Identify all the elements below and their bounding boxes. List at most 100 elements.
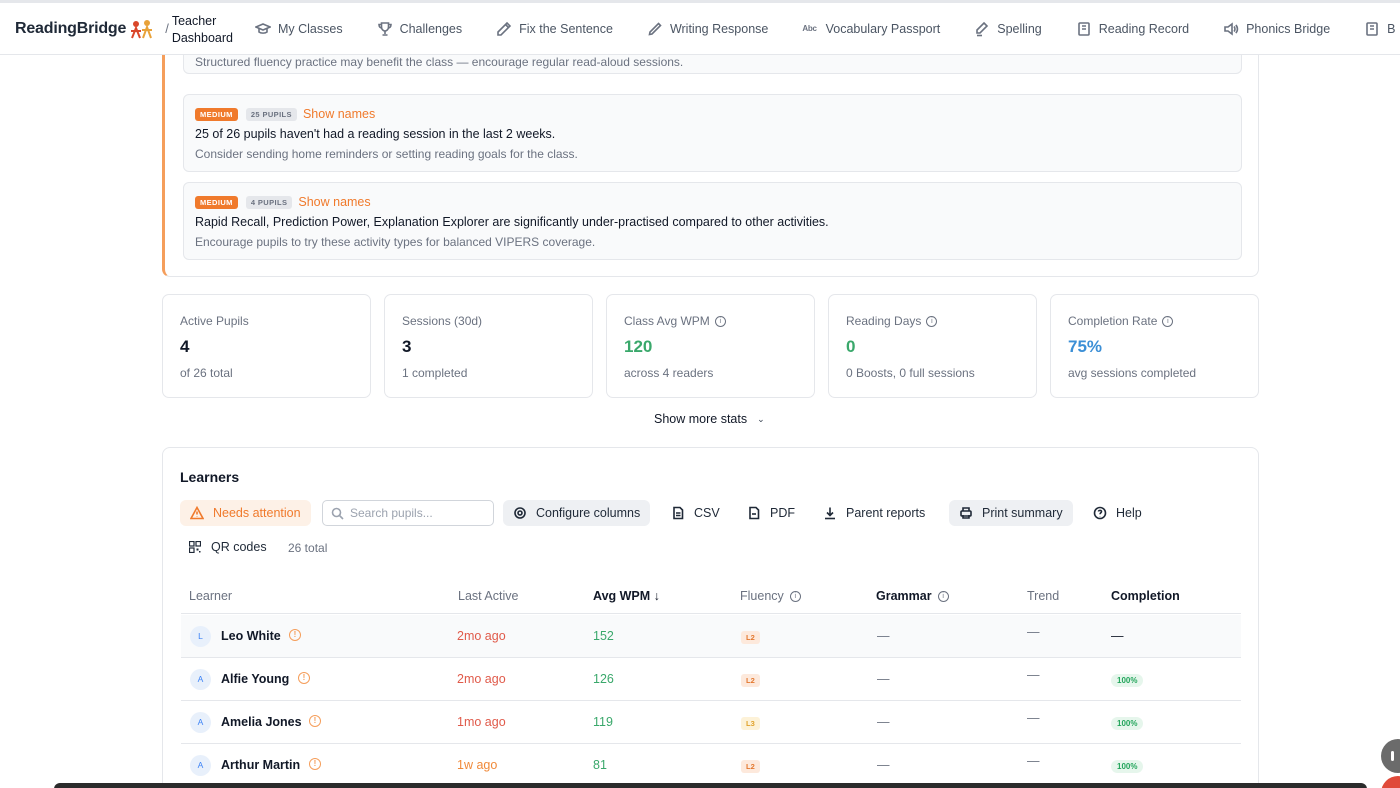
column-header-trend[interactable]: Trend bbox=[1027, 589, 1059, 603]
pause-icon[interactable] bbox=[1381, 739, 1400, 773]
last-active: 2mo ago bbox=[457, 629, 506, 643]
stat-subtext: avg sessions completed bbox=[1068, 366, 1197, 380]
nav-more[interactable]: B bbox=[1364, 21, 1396, 37]
nav-my-classes[interactable]: My Classes bbox=[254, 21, 343, 37]
configure-columns-button[interactable]: Configure columns bbox=[503, 500, 651, 526]
learners-panel: Learners Needs attention Configure colum… bbox=[162, 447, 1259, 788]
suggestion-hint: Consider sending home reminders or setti… bbox=[195, 147, 578, 161]
stat-label-text: Completion Rate bbox=[1068, 314, 1158, 328]
learner-name[interactable]: Arthur Martin bbox=[221, 758, 300, 772]
learner-name[interactable]: Leo White bbox=[221, 629, 281, 643]
completion-badge: 100% bbox=[1111, 674, 1144, 687]
stat-card-class-avg-wpm: Class Avg WPM i 120 across 4 readers bbox=[606, 294, 815, 398]
suggestions-panel: Structured fluency practice may benefit … bbox=[162, 37, 1259, 277]
table-row[interactable]: A Arthur Martin ! 1w ago 81 L2 — — 100% bbox=[181, 744, 1241, 787]
chevron-down-icon: ⌄ bbox=[757, 413, 765, 424]
section-title: Teacher Dashboard bbox=[172, 13, 233, 47]
printer-icon bbox=[960, 507, 972, 519]
button-label: PDF bbox=[770, 506, 795, 520]
stat-label-text: Reading Days bbox=[846, 314, 922, 328]
speaker-icon bbox=[1224, 21, 1239, 36]
warning-icon bbox=[190, 506, 204, 520]
avg-wpm: 119 bbox=[593, 715, 613, 729]
button-label: Print summary bbox=[982, 506, 1063, 520]
nav-spelling[interactable]: Spelling bbox=[974, 21, 1042, 37]
show-more-stats-button[interactable]: Show more stats ⌄ bbox=[654, 412, 765, 426]
last-active: 1w ago bbox=[457, 758, 498, 772]
column-header-label: Trend bbox=[1027, 589, 1060, 603]
nav-fix-the-sentence[interactable]: Fix the Sentence bbox=[496, 21, 613, 37]
nav-label: Fix the Sentence bbox=[519, 21, 613, 36]
abc-icon: Abc bbox=[802, 24, 817, 33]
stat-value: 120 bbox=[624, 337, 653, 356]
help-button[interactable]: Help bbox=[1083, 500, 1152, 526]
table-row[interactable]: A Amelia Jones ! 1mo ago 119 L3 — — 100% bbox=[181, 701, 1241, 744]
nav-writing-response[interactable]: Writing Response bbox=[647, 21, 768, 37]
learner-name[interactable]: Alfie Young bbox=[221, 672, 289, 686]
stat-card-reading-days: Reading Days i 0 0 Boosts, 0 full session… bbox=[828, 294, 1037, 398]
top-navigation: ReadingBridge / Teacher Dashboard My Cla… bbox=[0, 0, 1400, 55]
search-input[interactable] bbox=[350, 506, 490, 520]
nav-reading-record[interactable]: Reading Record bbox=[1076, 21, 1189, 37]
column-header-fluency[interactable]: Fluency i bbox=[740, 589, 801, 603]
column-header-learner[interactable]: Learner bbox=[189, 589, 232, 603]
nav-vocabulary-passport[interactable]: Abc Vocabulary Passport bbox=[802, 22, 940, 36]
table-row[interactable]: L Leo White ! 2mo ago 152 L2 — — — bbox=[181, 615, 1241, 658]
graduation-cap-icon bbox=[254, 22, 271, 34]
nav-label: Challenges bbox=[399, 21, 463, 36]
column-header-grammar[interactable]: Grammar i bbox=[876, 589, 949, 603]
completion-badge: 100% bbox=[1111, 760, 1144, 773]
nav-challenges[interactable]: Challenges bbox=[377, 21, 463, 37]
completion-value: — bbox=[1111, 629, 1124, 643]
column-header-last-active[interactable]: Last Active bbox=[458, 589, 518, 603]
suggestion-message: 25 of 26 pupils haven't had a reading se… bbox=[195, 127, 556, 141]
show-names-link[interactable]: Show names bbox=[303, 107, 375, 121]
suggestion-message: Rapid Recall, Prediction Power, Explanat… bbox=[195, 215, 829, 229]
learner-name[interactable]: Amelia Jones bbox=[221, 715, 302, 729]
table-row[interactable]: A Alfie Young ! 2mo ago 126 L2 — — 100% bbox=[181, 658, 1241, 701]
info-icon[interactable]: i bbox=[937, 590, 949, 602]
suggestion-hint: Encourage pupils to try these activity t… bbox=[195, 235, 596, 249]
warning-icon[interactable]: ! bbox=[298, 672, 310, 684]
nav-links: My Classes Challenges Fix the Sentence W… bbox=[254, 21, 1400, 37]
warning-icon[interactable]: ! bbox=[289, 629, 301, 641]
nav-label: Writing Response bbox=[669, 21, 769, 36]
print-summary-button[interactable]: Print summary bbox=[949, 500, 1073, 526]
column-header-label: Grammar bbox=[876, 589, 932, 603]
show-names-link[interactable]: Show names bbox=[298, 195, 370, 209]
column-header-label: Avg WPM ↓ bbox=[593, 589, 660, 603]
csv-export-button[interactable]: CSV bbox=[661, 500, 730, 526]
fluency-level-badge: L2 bbox=[741, 760, 760, 773]
stat-card-sessions: Sessions (30d) 3 1 completed bbox=[384, 294, 593, 398]
column-header-avg-wpm[interactable]: Avg WPM ↓ bbox=[593, 589, 660, 603]
column-header-completion[interactable]: Completion bbox=[1111, 589, 1180, 603]
qr-code-icon bbox=[189, 541, 201, 553]
warning-icon[interactable]: ! bbox=[309, 758, 321, 770]
pupil-count-badge: 4 PUPILS bbox=[245, 195, 293, 209]
info-icon[interactable]: i bbox=[789, 590, 801, 602]
stat-label: Sessions (30d) bbox=[402, 314, 482, 328]
nav-phonics-bridge[interactable]: Phonics Bridge bbox=[1223, 21, 1330, 37]
nav-label: Phonics Bridge bbox=[1246, 21, 1331, 36]
book-icon bbox=[1077, 21, 1090, 36]
info-icon[interactable]: i bbox=[926, 315, 938, 327]
qr-codes-button[interactable]: QR codes bbox=[189, 540, 267, 554]
stat-subtext: 0 Boosts, 0 full sessions bbox=[846, 366, 975, 380]
pencil-icon bbox=[497, 21, 512, 36]
help-icon bbox=[1093, 506, 1107, 520]
info-icon[interactable]: i bbox=[714, 315, 726, 327]
record-icon[interactable] bbox=[1381, 776, 1400, 788]
stat-card-active-pupils: Active Pupils 4 of 26 total bbox=[162, 294, 371, 398]
section-title-line2: Dashboard bbox=[171, 30, 233, 45]
avatar: L bbox=[190, 626, 211, 647]
nav-label: My Classes bbox=[277, 21, 343, 36]
search-field[interactable] bbox=[322, 500, 494, 526]
needs-attention-button[interactable]: Needs attention bbox=[180, 500, 311, 526]
parent-reports-button[interactable]: Parent reports bbox=[813, 500, 935, 526]
pdf-export-button[interactable]: PDF bbox=[737, 500, 805, 526]
info-icon[interactable]: i bbox=[1162, 315, 1174, 327]
brand[interactable]: ReadingBridge / Teacher Dashboard bbox=[0, 11, 233, 47]
warning-icon[interactable]: ! bbox=[309, 715, 321, 727]
file-pdf-icon bbox=[749, 506, 760, 520]
learners-title: Learners bbox=[180, 469, 240, 485]
